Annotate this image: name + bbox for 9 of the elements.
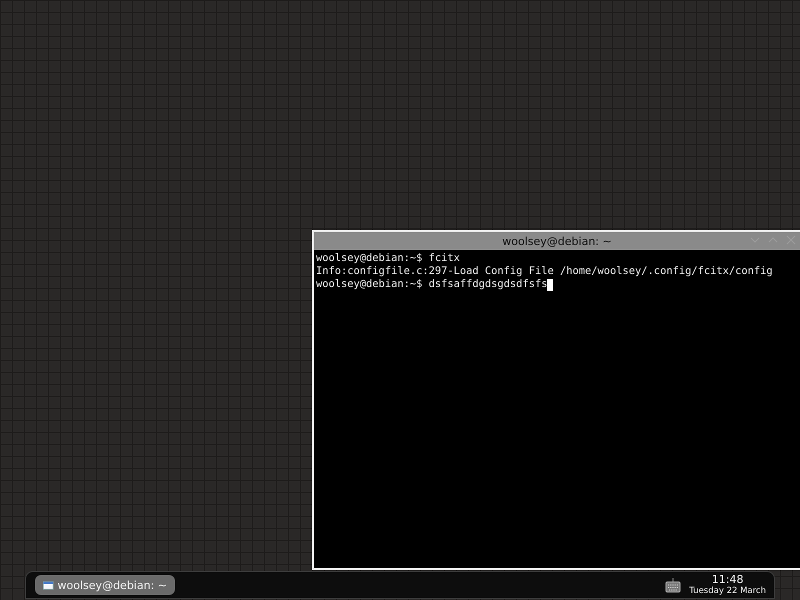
terminal-line: woolsey@debian:~$ fcitx [316,252,460,265]
clock-date: Tuesday 22 March [689,586,766,596]
clock-time: 11:48 [712,574,744,586]
terminal-line: Info:configfile.c:297-Load Config File /home/woolsey/.config/fcitx/config [316,265,773,278]
window-title: woolsey@debian: ~ [502,234,612,248]
taskbar-button[interactable]: woolsey@debian: ~ [35,575,175,595]
terminal-line: woolsey@debian:~$ dsfsaffdgdsgdsdfsfs [316,278,548,291]
clock[interactable]: 11:48 Tuesday 22 March [689,574,766,596]
terminal-area[interactable]: woolsey@debian:~$ fcitx Info:configfile.c:297-Load Config File /home/woolsey/.config/fcitx/config woolsey@debian:~$ dsfsaffdgdsgdsdfsfs [314,250,800,293]
